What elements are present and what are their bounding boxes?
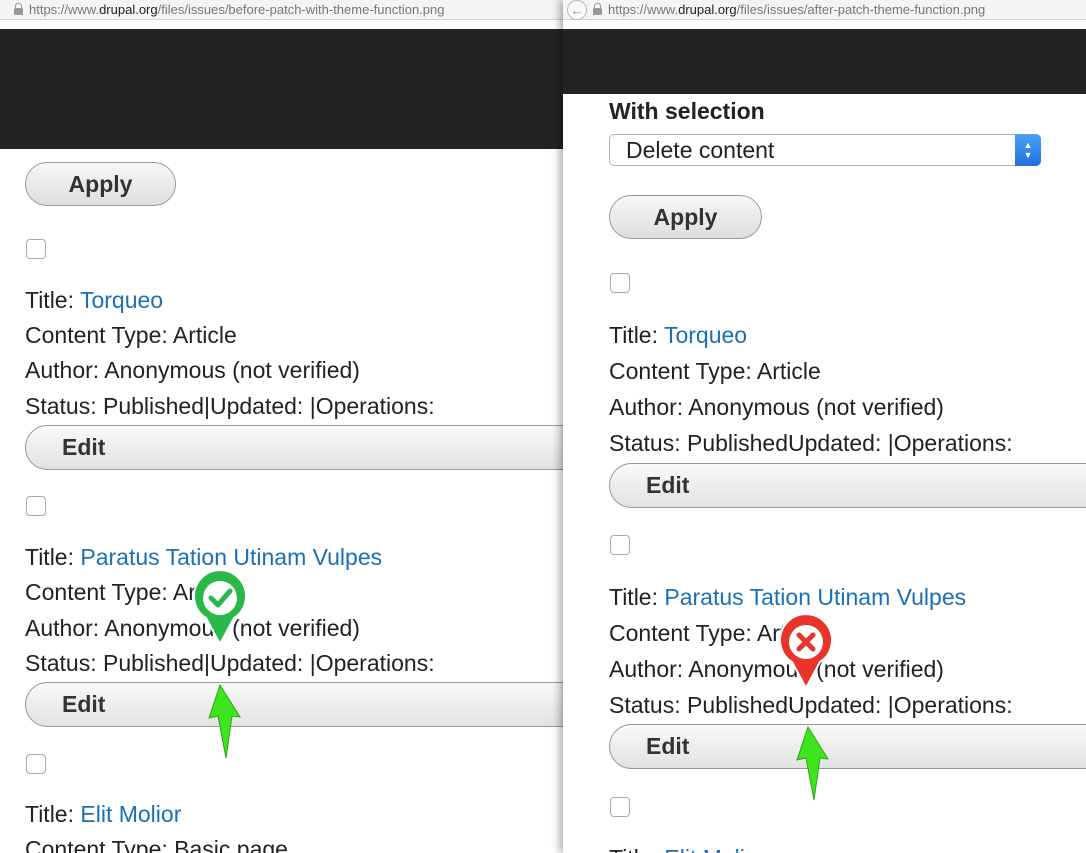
arrow-up-icon (796, 725, 829, 801)
select-arrows-icon: ▲ ▼ (1015, 134, 1041, 166)
url-host: drupal.org (99, 2, 158, 17)
url-prefix: https://www. (608, 2, 679, 17)
address-bar[interactable]: https://www.drupal.org/files/issues/befo… (0, 0, 563, 20)
row-checkbox[interactable] (610, 535, 630, 555)
author-line: Author: Anonymous (not verified) (25, 357, 360, 383)
row-checkbox[interactable] (26, 496, 46, 516)
title-link[interactable]: Paratus Tation Utinam Vulpes (80, 544, 382, 570)
content-type-line: Content Type: Article (609, 358, 821, 384)
right-screenshot-pane: ← https://www.drupal.org/files/issues/aft… (563, 0, 1086, 853)
title-link[interactable]: Elit Molior (664, 845, 765, 853)
title-link[interactable]: Paratus Tation Utinam Vulpes (664, 584, 966, 610)
status-line: Status: PublishedUpdated: |Operations: (609, 430, 1013, 456)
row-checkbox[interactable] (26, 754, 46, 774)
url-prefix: https://www. (29, 2, 100, 17)
header-band (563, 29, 1086, 94)
title-line: Title: Paratus Tation Utinam Vulpes (25, 544, 383, 570)
title-line: Title: Torqueo (609, 322, 748, 348)
apply-button[interactable]: Apply (25, 162, 176, 206)
row-checkbox[interactable] (610, 797, 630, 817)
lock-icon (593, 3, 602, 15)
url-path: /files/issues/before-patch-with-theme-fu… (157, 2, 445, 17)
content-type-line: Content Type: Article (25, 322, 237, 348)
address-bar[interactable]: ← https://www.drupal.org/files/issues/aft… (563, 0, 1086, 20)
url-host: drupal.org (678, 2, 737, 17)
edit-button[interactable]: Edit (609, 463, 1086, 508)
author-line: Author: Anonymous (not verified) (609, 394, 944, 420)
edit-button[interactable]: Edit (25, 682, 563, 727)
left-screenshot-pane: https://www.drupal.org/files/issues/befo… (0, 0, 563, 853)
x-marker-icon (779, 614, 833, 690)
edit-button[interactable]: Edit (25, 425, 563, 470)
title-line: Title: Elit Molior (25, 801, 182, 827)
check-marker-icon (193, 570, 247, 646)
title-link[interactable]: Elit Molior (80, 801, 181, 827)
edit-button[interactable]: Edit (609, 724, 1086, 769)
header-band (0, 29, 563, 149)
title-line: Title: Elit Molior (609, 845, 765, 853)
url-path: /files/issues/after-patch-theme-function… (736, 2, 986, 17)
row-checkbox[interactable] (26, 239, 46, 259)
arrow-up-icon (208, 683, 241, 759)
back-arrow-icon[interactable]: ← (567, 0, 587, 20)
bulk-action-select[interactable]: Delete content ▲ ▼ (609, 134, 1041, 166)
title-line: Title: Torqueo (25, 287, 164, 313)
select-value: Delete content (626, 137, 775, 163)
title-link[interactable]: Torqueo (664, 322, 747, 348)
apply-button[interactable]: Apply (609, 195, 762, 239)
status-line: Status: Published|Updated: |Operations: (25, 393, 435, 419)
title-link[interactable]: Torqueo (80, 287, 163, 313)
content-type-line: Content Type: Basic page (25, 836, 288, 853)
author-line: Author: Anonymous (not verified) (609, 656, 944, 682)
status-line: Status: PublishedUpdated: |Operations: (609, 692, 1013, 718)
row-checkbox[interactable] (610, 273, 630, 293)
lock-icon (14, 3, 23, 15)
with-selection-label: With selection (609, 98, 765, 124)
title-line: Title: Paratus Tation Utinam Vulpes (609, 584, 967, 610)
status-line: Status: Published|Updated: |Operations: (25, 650, 435, 676)
